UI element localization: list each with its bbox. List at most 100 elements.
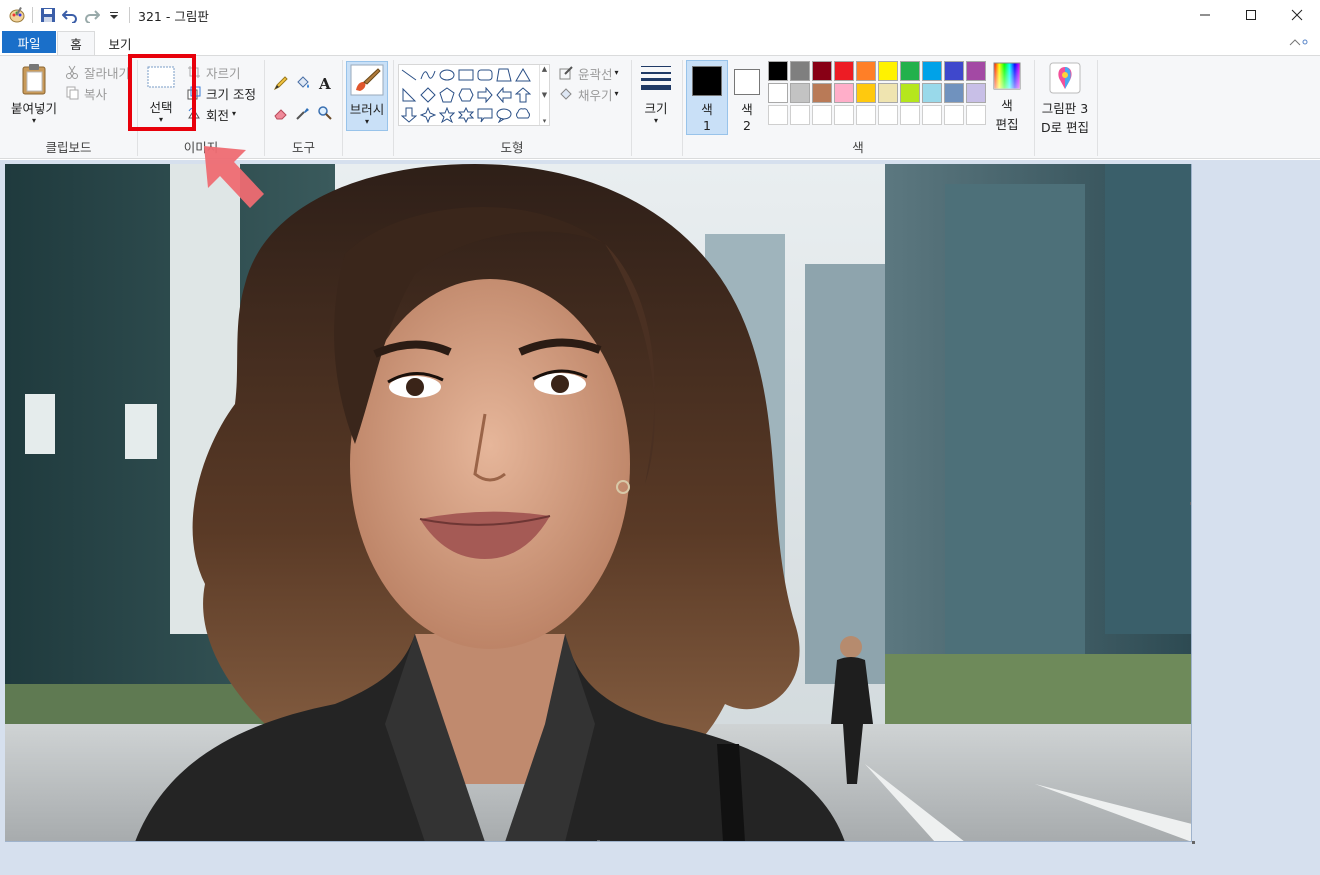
tools-group: A 도구 <box>265 56 342 159</box>
group-divider <box>342 60 343 156</box>
brushes-button[interactable]: 브러시 ▾ <box>346 61 388 131</box>
outline-button[interactable]: 윤곽선 ▾ <box>558 63 619 83</box>
resize-label: 크기 조정 <box>206 86 256 102</box>
curve-shape-icon[interactable] <box>419 66 437 84</box>
size-button[interactable]: 크기 ▾ <box>636 64 676 125</box>
paint-app-icon[interactable] <box>6 4 28 26</box>
title-bar: 321 - 그림판 <box>0 0 1320 30</box>
quick-access-toolbar <box>6 4 134 26</box>
paint3d-icon <box>1049 62 1081 94</box>
redo-icon[interactable] <box>81 4 103 26</box>
down-arrow-shape-icon[interactable] <box>400 106 418 124</box>
resize-button[interactable]: 크기 조정 <box>186 83 256 103</box>
polygon-shape-icon[interactable] <box>495 66 513 84</box>
cut-button[interactable]: 잘라내기 <box>64 62 130 82</box>
workspace <box>0 160 1320 875</box>
paint3d-label-2: D로 편집 <box>1040 120 1090 135</box>
rotate-dropdown-icon: ▾ <box>232 109 237 118</box>
resize-handle-bottom[interactable] <box>597 840 600 841</box>
minimize-button[interactable] <box>1182 0 1228 30</box>
shapes-scrollbar[interactable]: ▲ ▼ ▾ <box>539 65 549 125</box>
outline-label: 윤곽선 <box>578 66 613 82</box>
customize-dropdown-icon[interactable] <box>103 4 125 26</box>
tab-view[interactable]: 보기 <box>100 31 140 55</box>
edit-with-paint3d-button[interactable]: 그림판 3 D로 편집 <box>1036 62 1094 136</box>
fill-button[interactable]: 채우기 ▾ <box>558 84 619 104</box>
clipboard-group-label: 클립보드 <box>45 140 92 155</box>
tab-home[interactable]: 홈 <box>57 31 95 55</box>
copy-icon <box>64 85 80 101</box>
five-point-star-shape-icon[interactable] <box>438 106 456 124</box>
ribbon-tabs: 파일 홈 보기 <box>0 30 1320 55</box>
magnifier-icon[interactable] <box>315 103 335 123</box>
rounded-rectangle-shape-icon[interactable] <box>476 66 494 84</box>
shapes-gallery: ▲ ▼ ▾ <box>398 64 550 126</box>
select-button-highlight <box>128 54 196 131</box>
four-point-star-shape-icon[interactable] <box>419 106 437 124</box>
colors-group: 색 <box>683 56 1033 159</box>
rotate-label: 회전 <box>206 107 230 123</box>
brushes-dropdown-icon: ▾ <box>364 117 369 126</box>
group-divider <box>631 60 632 156</box>
clipboard-icon <box>22 64 46 95</box>
resize-handle-corner[interactable] <box>1192 841 1195 844</box>
canvas-image[interactable] <box>5 164 1192 842</box>
text-icon[interactable]: A <box>315 73 335 93</box>
undo-icon[interactable] <box>59 4 81 26</box>
copy-label: 복사 <box>84 86 108 102</box>
close-button[interactable] <box>1274 0 1320 30</box>
save-icon[interactable] <box>37 4 59 26</box>
pencil-icon[interactable] <box>271 73 291 93</box>
scissors-icon <box>64 64 80 80</box>
maximize-button[interactable] <box>1228 0 1274 30</box>
separator <box>32 7 33 23</box>
svg-text:A: A <box>318 75 331 91</box>
portrait-photo <box>5 164 1191 841</box>
eraser-icon[interactable] <box>271 103 291 123</box>
clipboard-group: 붙여넣기 ▾ 잘라내기 복사 클립보드 <box>0 56 137 159</box>
gallery-more-icon[interactable]: ▾ <box>543 117 547 125</box>
scroll-up-icon[interactable]: ▲ <box>542 65 547 73</box>
outline-icon <box>558 65 574 81</box>
paste-button[interactable]: 붙여넣기 ▾ <box>6 62 62 125</box>
brushes-label: 브러시 <box>349 102 385 117</box>
paint3d-label-1: 그림판 3 <box>1041 101 1089 116</box>
colors-group-label: 색 <box>852 140 864 155</box>
window-controls <box>1182 0 1320 30</box>
hexagon-shape-icon[interactable] <box>457 86 475 104</box>
resize-handle-right[interactable] <box>1190 502 1191 505</box>
brush-icon <box>350 64 384 96</box>
left-arrow-shape-icon[interactable] <box>495 86 513 104</box>
line-shape-icon[interactable] <box>400 66 418 84</box>
tools-group-label: 도구 <box>291 140 315 155</box>
shapes-group-label: 도형 <box>500 140 524 155</box>
outline-dropdown-icon: ▾ <box>614 68 619 77</box>
size-label: 크기 <box>644 101 668 116</box>
paste-label: 붙여넣기 <box>10 101 57 116</box>
separator <box>129 7 130 23</box>
rectangle-shape-icon[interactable] <box>457 66 475 84</box>
oval-shape-icon[interactable] <box>438 66 456 84</box>
fill-icon[interactable] <box>293 73 313 93</box>
right-triangle-shape-icon[interactable] <box>400 86 418 104</box>
group-divider <box>1097 60 1098 156</box>
collapse-ribbon-icon[interactable] <box>1288 35 1308 52</box>
triangle-shape-icon[interactable] <box>514 66 532 84</box>
fill-dropdown-icon: ▾ <box>614 89 619 98</box>
diamond-shape-icon[interactable] <box>419 86 437 104</box>
six-point-star-shape-icon[interactable] <box>457 106 475 124</box>
copy-button[interactable]: 복사 <box>64 83 107 103</box>
color-picker-icon[interactable] <box>293 103 313 123</box>
size-dropdown-icon: ▾ <box>653 116 658 125</box>
cloud-callout-shape-icon[interactable] <box>514 106 532 124</box>
oval-callout-shape-icon[interactable] <box>495 106 513 124</box>
right-arrow-shape-icon[interactable] <box>476 86 494 104</box>
cut-label: 잘라내기 <box>84 65 131 81</box>
up-arrow-shape-icon[interactable] <box>514 86 532 104</box>
rectangle-callout-shape-icon[interactable] <box>476 106 494 124</box>
pentagon-shape-icon[interactable] <box>438 86 456 104</box>
window-title: 321 - 그림판 <box>138 8 209 24</box>
fill-label: 채우기 <box>578 87 613 103</box>
tab-file[interactable]: 파일 <box>2 31 56 53</box>
scroll-down-icon[interactable]: ▼ <box>542 91 547 99</box>
